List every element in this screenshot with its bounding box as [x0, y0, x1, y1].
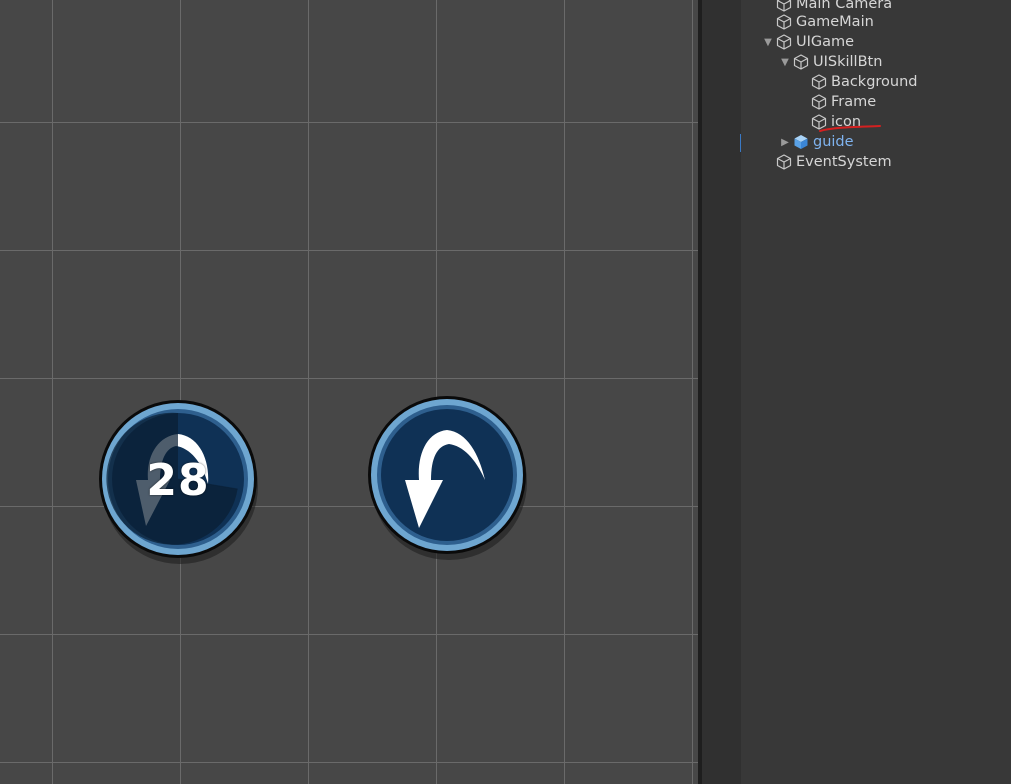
- hierarchy-item-guide[interactable]: ▶ guide: [741, 132, 1011, 152]
- hierarchy-item-label: UISkillBtn: [813, 54, 883, 70]
- hierarchy-item-uiskillbtn[interactable]: ▼ UISkillBtn: [741, 52, 1011, 72]
- gameobject-cube-icon: [775, 33, 793, 51]
- hierarchy-gutter: [702, 0, 741, 784]
- expand-arrow-right-icon[interactable]: ▶: [778, 132, 792, 152]
- skill-button-cooldown[interactable]: 28: [98, 400, 258, 564]
- hierarchy-item-label: Frame: [831, 94, 877, 110]
- hierarchy-item-eventsystem[interactable]: EventSystem: [741, 152, 1011, 172]
- hierarchy-item-label: GameMain: [796, 14, 874, 30]
- prefab-cube-icon: [792, 133, 810, 151]
- scene-view[interactable]: 28: [0, 0, 698, 784]
- skill-button-graphic: [99, 400, 258, 564]
- hierarchy-panel[interactable]: Main Camera GameMain ▼ UIGame ▼ UISkillB…: [741, 0, 1011, 784]
- hierarchy-item-label: EventSystem: [796, 154, 892, 170]
- hierarchy-item-background[interactable]: Background: [741, 72, 1011, 92]
- expand-arrow-down-icon[interactable]: ▼: [761, 32, 775, 52]
- hierarchy-item-label: UIGame: [796, 34, 855, 50]
- red-underline-annotation: [819, 125, 881, 132]
- gameobject-cube-icon: [775, 13, 793, 31]
- gameobject-cube-icon: [792, 53, 810, 71]
- button-face: [381, 409, 513, 541]
- hierarchy-item-frame[interactable]: Frame: [741, 92, 1011, 112]
- expand-arrow-down-icon[interactable]: ▼: [778, 52, 792, 72]
- skill-button-graphic: [368, 396, 527, 560]
- hierarchy-item-label: guide: [813, 134, 854, 150]
- gameobject-cube-icon: [775, 153, 793, 171]
- hierarchy-item-uigame[interactable]: ▼ UIGame: [741, 32, 1011, 52]
- skill-button-ready[interactable]: [367, 396, 527, 560]
- gameobject-cube-icon: [810, 93, 828, 111]
- hierarchy-item-label: Background: [831, 74, 918, 90]
- gameobject-cube-icon: [810, 73, 828, 91]
- unity-editor: 28 Main Camera GameMain ▼ UIGame ▼ UISki…: [0, 0, 1011, 784]
- hierarchy-item-gamemain[interactable]: GameMain: [741, 12, 1011, 32]
